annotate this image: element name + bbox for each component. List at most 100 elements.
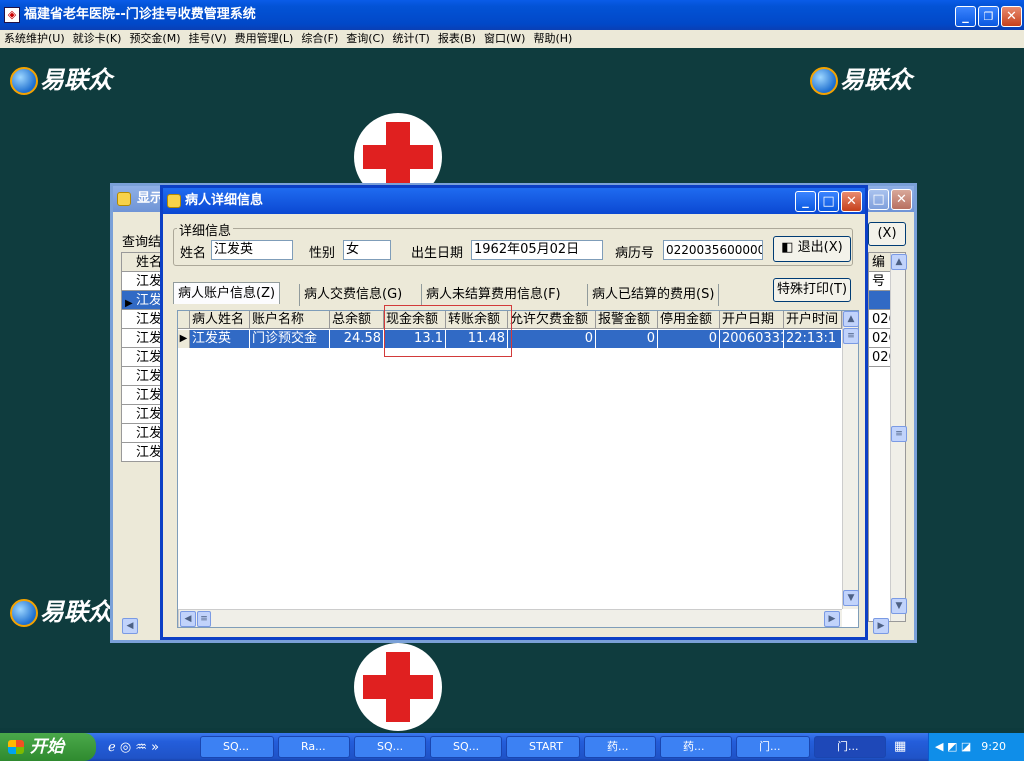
taskbar-item[interactable]: 门... [736, 736, 810, 758]
account-grid[interactable]: 病人姓名 账户名称 总余额 现金余额 转账余额 允许欠费金额 报警金额 停用金额… [177, 305, 859, 628]
scroll-up-icon[interactable]: ▲ [843, 311, 859, 327]
birth-date-field[interactable]: 1962年05月02日 [471, 240, 603, 260]
cell-open-time[interactable]: 22:13:1 [784, 330, 842, 348]
menu-bar: 系统维护(U) 就诊卡(K) 预交金(M) 挂号(V) 费用管理(L) 综合(F) 查询(C… [0, 30, 1024, 48]
menu-card[interactable]: 就诊卡(K) [69, 30, 126, 48]
brand-logo: 易联众 [10, 592, 112, 627]
red-cross-icon [354, 643, 442, 731]
cell-patient-name[interactable]: 江发英 [190, 330, 250, 348]
maximize-button[interactable]: □ [818, 191, 839, 212]
cell-open-date[interactable]: 20060331 [720, 330, 784, 348]
column-header: 账户名称 [250, 311, 330, 329]
keyboard-icon[interactable]: ▦ [894, 739, 906, 754]
menu-help[interactable]: 帮助(H) [529, 30, 576, 48]
app-icon: ◈ [4, 7, 20, 23]
table-row[interactable]: 江发 [122, 348, 164, 367]
tab-payment-info[interactable]: 病人交费信息(G) [299, 284, 406, 306]
menu-reports[interactable]: 报表(B) [434, 30, 480, 48]
dialog-title-bar: 病人详细信息 _ □ ✕ [163, 188, 865, 214]
logo-globe-icon [10, 67, 38, 95]
start-button[interactable]: 开始 [0, 733, 96, 761]
query-grid-right: 编号 026 026 026 ▲ ≡ ▼ [868, 252, 907, 622]
scroll-left-icon[interactable]: ◀ [180, 611, 196, 627]
scroll-down-icon[interactable]: ▼ [891, 598, 907, 614]
scroll-thumb[interactable]: ≡ [891, 426, 907, 442]
table-row[interactable]: 江发 [122, 386, 164, 405]
quick-launch-icons[interactable]: ℯ ◎ ♒ » [108, 740, 159, 755]
app-title: 福建省老年医院--门诊挂号收费管理系统 [24, 7, 256, 22]
menu-system[interactable]: 系统维护(U) [0, 30, 69, 48]
menu-general[interactable]: 综合(F) [297, 30, 342, 48]
vertical-scrollbar[interactable]: ▲ ≡ ▼ [842, 311, 859, 609]
taskbar-item-active[interactable]: 门... [814, 736, 886, 758]
record-no-field[interactable]: 0220035600000: [663, 240, 763, 260]
table-row[interactable]: 江发 [122, 443, 164, 462]
cell-disabled-amount[interactable]: 0 [658, 330, 720, 348]
table-row[interactable]: 江发 [122, 424, 164, 443]
name-label: 姓名 [180, 246, 207, 261]
window-icon [117, 192, 131, 206]
name-field[interactable]: 江发英 [211, 240, 293, 260]
table-row[interactable]: 江发 [122, 329, 164, 348]
menu-stats[interactable]: 统计(T) [389, 30, 434, 48]
cell-alert-amount[interactable]: 0 [596, 330, 658, 348]
taskbar-item[interactable]: START [506, 736, 580, 758]
scroll-thumb[interactable]: ≡ [197, 611, 211, 627]
vertical-scrollbar[interactable]: ▲ ≡ ▼ [890, 253, 907, 621]
taskbar-item[interactable]: SQ... [430, 736, 502, 758]
gender-field[interactable]: 女 [343, 240, 391, 260]
logo-globe-icon [10, 599, 38, 627]
exit-button[interactable]: ◧ 退出(X) [773, 236, 851, 262]
cell-total-balance[interactable]: 24.58 [330, 330, 384, 348]
scroll-up-icon[interactable]: ▲ [891, 254, 907, 270]
minimize-button[interactable]: _ [955, 6, 976, 27]
taskbar-item[interactable]: SQ... [354, 736, 426, 758]
table-row[interactable]: 江发 [122, 310, 164, 329]
column-header: 姓名 [122, 253, 164, 272]
exit-button[interactable]: (X) [868, 222, 906, 246]
birth-date-label: 出生日期 [411, 246, 464, 261]
scroll-right-icon[interactable]: ▶ [824, 611, 840, 627]
close-button[interactable]: ✕ [841, 191, 862, 212]
record-no-label: 病历号 [615, 246, 655, 261]
menu-deposit[interactable]: 预交金(M) [125, 30, 184, 48]
tab-settled-fees[interactable]: 病人已结算的费用(S) [587, 284, 720, 306]
table-row[interactable]: 江发 [122, 367, 164, 386]
menu-query[interactable]: 查询(C) [342, 30, 388, 48]
taskbar-item[interactable]: Ra... [278, 736, 350, 758]
taskbar-item[interactable]: 药... [584, 736, 656, 758]
query-result-grid[interactable]: 姓名 江发 江发 江发 江发 江发 江发 江发 江发 江发 江发 [121, 252, 165, 462]
tray-icons[interactable]: ◀ ◩ ◪ [929, 733, 971, 761]
cell-account-name[interactable]: 门诊预交金 [250, 330, 330, 348]
table-cell: 026 [869, 329, 897, 348]
taskbar-item[interactable]: SQ... [200, 736, 274, 758]
column-header: 总余额 [330, 311, 384, 329]
maximize-button[interactable]: □ [868, 189, 889, 210]
close-button[interactable]: ✕ [1001, 6, 1022, 27]
cell-allowed-arrears[interactable]: 0 [508, 330, 596, 348]
scroll-thumb[interactable]: ≡ [843, 328, 859, 344]
column-header: 开户日期 [720, 311, 784, 329]
restore-button[interactable]: ❐ [978, 6, 999, 27]
menu-fees[interactable]: 费用管理(L) [231, 30, 298, 48]
tab-account-info[interactable]: 病人账户信息(Z) [173, 282, 281, 304]
menu-window[interactable]: 窗口(W) [480, 30, 529, 48]
taskbar: 开始 ℯ ◎ ♒ » SQ... Ra... SQ... SQ... START… [0, 733, 1024, 761]
close-button[interactable]: ✕ [891, 189, 912, 210]
tab-unsettled-fees[interactable]: 病人未结算费用信息(F) [421, 284, 565, 306]
brand-logo: 易联众 [810, 60, 912, 95]
special-print-button[interactable]: 特殊打印(T) [773, 278, 851, 302]
table-row[interactable]: 江发 [122, 272, 164, 291]
horizontal-scrollbar[interactable]: ◀ ≡ ▶ [178, 609, 842, 627]
clock: 9:20 [981, 740, 1006, 753]
window-icon [167, 194, 181, 208]
exit-icon: ◧ [781, 240, 798, 255]
windows-logo-icon [8, 740, 24, 754]
minimize-button[interactable]: _ [795, 191, 816, 212]
scroll-left-icon[interactable]: ◀ [122, 618, 138, 634]
scroll-right-icon[interactable]: ▶ [873, 618, 889, 634]
scroll-down-icon[interactable]: ▼ [843, 590, 859, 606]
menu-register[interactable]: 挂号(V) [185, 30, 231, 48]
table-row[interactable]: 江发 [122, 405, 164, 424]
taskbar-item[interactable]: 药... [660, 736, 732, 758]
